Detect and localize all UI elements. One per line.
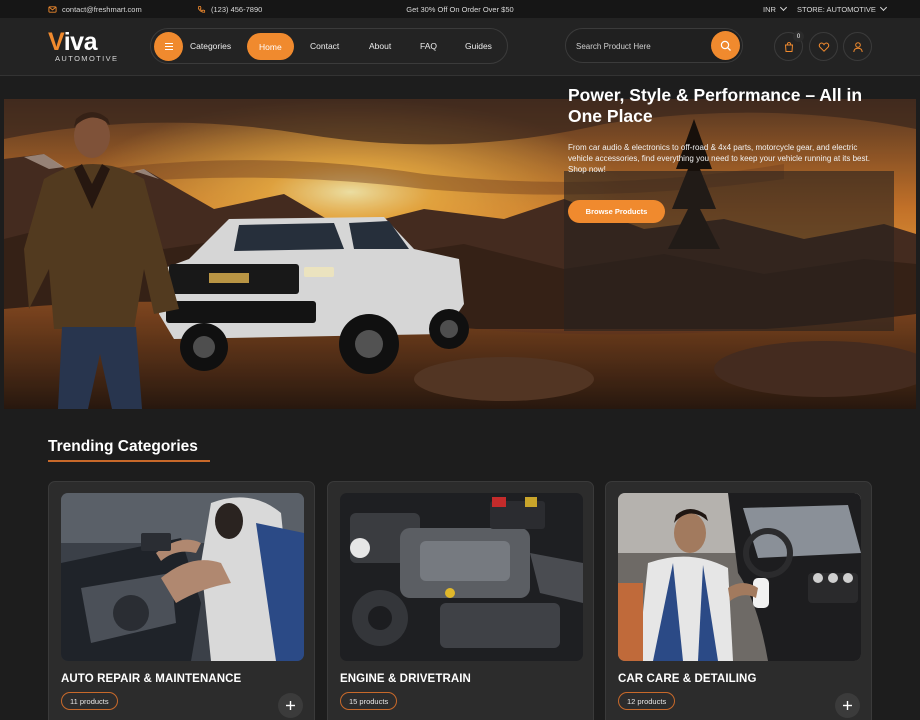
menu-button[interactable] <box>154 32 183 61</box>
store-selector[interactable]: STORE: AUTOMOTIVE <box>797 0 887 18</box>
store-value: STORE: AUTOMOTIVE <box>797 4 876 14</box>
nav-item-guides[interactable]: Guides <box>465 29 492 63</box>
search-bar <box>565 28 743 63</box>
heart-icon <box>818 42 829 52</box>
phone-icon <box>197 5 206 13</box>
category-card-auto-repair[interactable]: AUTO REPAIR & MAINTENANCE 11 products <box>48 481 315 720</box>
category-image[interactable] <box>61 493 304 661</box>
category-product-count: 11 products <box>61 692 118 710</box>
logo-tagline: AUTOMOTIVE <box>55 54 119 63</box>
nav-item-about[interactable]: About <box>369 29 391 63</box>
contact-email-text: contact@freshmart.com <box>62 4 142 14</box>
promo-text: Get 30% Off On Order Over $50 <box>406 4 514 14</box>
category-card-car-care[interactable]: CAR CARE & DETAILING 12 products <box>605 481 872 720</box>
search-input[interactable] <box>576 38 706 54</box>
cart-icon <box>784 41 793 52</box>
category-card-engine-drivetrain[interactable]: ENGINE & DRIVETRAIN 15 products <box>327 481 594 720</box>
top-bar: contact@freshmart.com (123) 456-7890 Get… <box>0 0 920 18</box>
mail-icon <box>48 5 57 13</box>
add-category-button[interactable] <box>835 693 860 718</box>
nav-item-home[interactable]: Home <box>247 33 294 60</box>
section-title-underline <box>48 460 210 462</box>
wishlist-button[interactable] <box>809 32 838 61</box>
category-name: ENGINE & DRIVETRAIN <box>340 673 471 685</box>
add-category-button[interactable] <box>278 693 303 718</box>
chevron-down-icon <box>779 3 787 12</box>
category-product-count: 12 products <box>618 692 676 710</box>
detailing-photo <box>618 493 861 661</box>
cart-count-badge: 0 <box>793 31 804 42</box>
category-name: CAR CARE & DETAILING <box>618 673 757 685</box>
engine-photo <box>340 493 583 661</box>
search-button[interactable] <box>711 31 740 60</box>
contact-email[interactable]: contact@freshmart.com <box>48 0 142 18</box>
user-icon <box>852 41 863 52</box>
currency-value: INR <box>763 4 776 14</box>
account-button[interactable] <box>843 32 872 61</box>
currency-selector[interactable]: INR <box>763 0 787 18</box>
plus-icon <box>843 701 852 710</box>
category-product-count: 15 products <box>340 692 398 710</box>
nav-item-categories[interactable]: Categories <box>190 29 231 63</box>
brand-logo[interactable]: Viva AUTOMOTIVE <box>48 28 124 66</box>
main-header: Viva AUTOMOTIVE Categories Home Contact … <box>0 18 920 76</box>
hero-overlay <box>564 171 894 331</box>
hero-description: From car audio & electronics to off-road… <box>568 143 870 174</box>
hero-title: Power, Style & Performance – All in One … <box>568 85 863 126</box>
mechanic-photo <box>61 493 304 661</box>
search-icon <box>720 40 731 51</box>
logo-wordmark: Viva <box>48 28 98 56</box>
nav-item-contact[interactable]: Contact <box>310 29 339 63</box>
chevron-down-icon <box>879 3 887 12</box>
contact-phone[interactable]: (123) 456-7890 <box>197 0 262 18</box>
contact-phone-text: (123) 456-7890 <box>211 4 263 14</box>
category-image[interactable] <box>340 493 583 661</box>
category-image[interactable] <box>618 493 861 661</box>
nav-item-faq[interactable]: FAQ <box>420 29 437 63</box>
category-name: AUTO REPAIR & MAINTENANCE <box>61 673 242 685</box>
section-title: Trending Categories <box>48 438 198 455</box>
hamburger-icon <box>164 42 173 44</box>
browse-products-button[interactable]: Browse Products <box>568 200 665 223</box>
plus-icon <box>286 701 295 710</box>
cart-button[interactable]: 0 <box>774 31 804 61</box>
main-nav: Categories Home Contact About FAQ Guides <box>150 28 508 64</box>
